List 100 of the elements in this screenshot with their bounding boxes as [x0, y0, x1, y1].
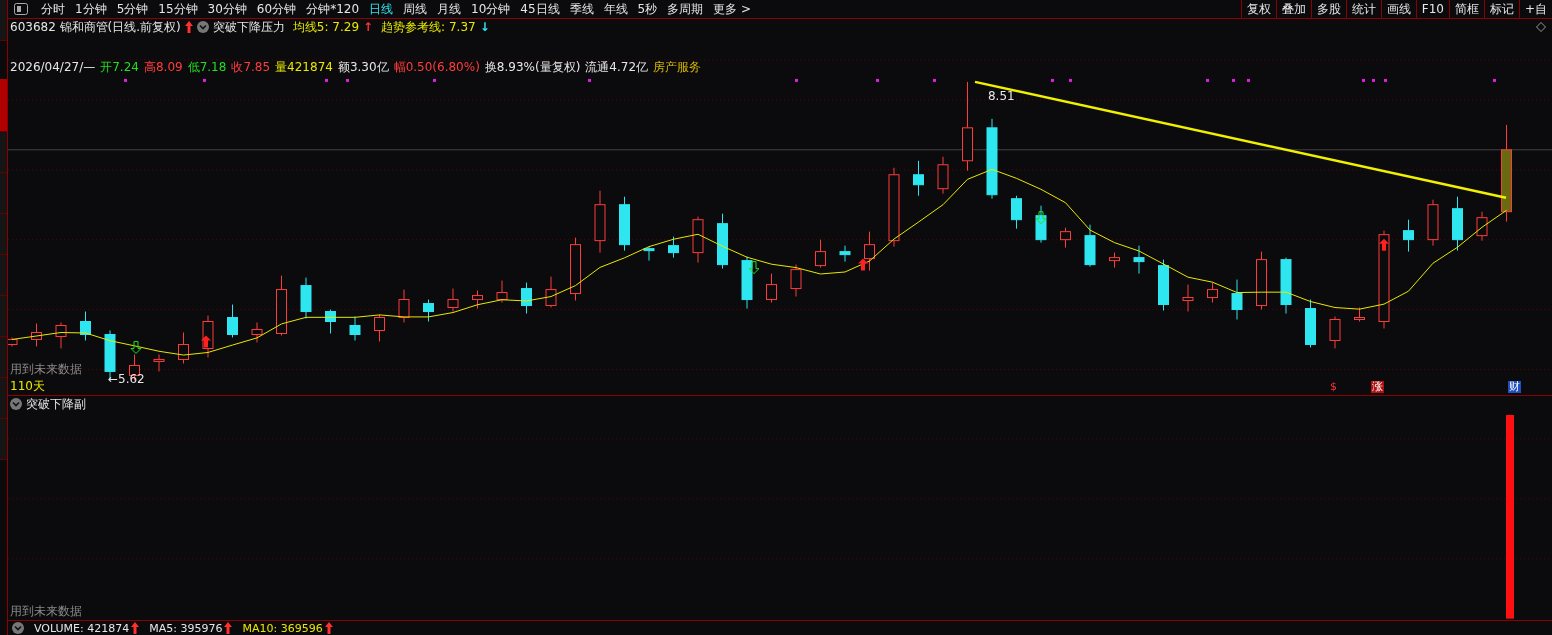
- volume-indicator: VOLUME: 421874: [34, 621, 130, 635]
- candlestick: [251, 322, 263, 343]
- candlestick: [937, 156, 949, 195]
- low-price-label: ←5.62: [108, 372, 145, 387]
- candlestick: [447, 288, 459, 313]
- period-tab[interactable]: 5分钟: [111, 0, 154, 18]
- toolbar-button[interactable]: F10: [1415, 0, 1449, 18]
- toolbar-button[interactable]: 统计: [1345, 0, 1381, 18]
- up-arrow-icon: [224, 622, 233, 634]
- candlestick: [521, 282, 532, 314]
- quote-field: 换8.93%(量复权): [484, 58, 581, 76]
- period-tab[interactable]: 多周期: [662, 0, 709, 18]
- candlestick: [668, 236, 679, 259]
- candlestick: [153, 353, 165, 372]
- candlestick: [815, 239, 826, 269]
- buy-arrow-icon: [858, 258, 868, 271]
- candlestick: [1060, 227, 1071, 249]
- toolbar-button[interactable]: 画线: [1380, 0, 1416, 18]
- candlestick: [1207, 282, 1218, 304]
- period-tab[interactable]: 15分钟: [153, 0, 203, 18]
- toolbar-button[interactable]: 多股: [1310, 0, 1346, 18]
- peak-price-label: 8.51: [988, 88, 1015, 103]
- candlestick: [1182, 284, 1194, 313]
- toolbar-button[interactable]: 简框: [1448, 0, 1484, 18]
- candlestick: [1158, 259, 1169, 312]
- candlestick: [178, 332, 189, 364]
- period-tab[interactable]: 分钟*120: [301, 0, 365, 18]
- candlestick: [1476, 211, 1488, 242]
- toolbar-button[interactable]: 标记: [1483, 0, 1519, 18]
- toolbar-button[interactable]: 复权: [1240, 0, 1276, 18]
- period-tab[interactable]: 10分钟: [466, 0, 516, 18]
- diamond-icon[interactable]: [1536, 22, 1546, 32]
- candlestick: [570, 237, 581, 302]
- sell-arrow-icon: [130, 341, 142, 354]
- up-arrow-icon: [131, 622, 140, 634]
- quote-field: 房产服务: [653, 58, 702, 76]
- candlestick: [349, 316, 361, 341]
- candlestick: [594, 190, 606, 254]
- candlestick: [1035, 205, 1047, 244]
- candlestick: [80, 311, 91, 341]
- event-marker[interactable]: 财: [1508, 381, 1521, 393]
- volume-indicator: MA10: 369596: [242, 621, 323, 635]
- event-marker[interactable]: 涨: [1371, 381, 1384, 393]
- period-tab[interactable]: 分时: [36, 0, 70, 18]
- candlestick: [55, 322, 67, 349]
- up-arrow-icon: [324, 622, 333, 634]
- quote-field: 额3.30亿: [337, 58, 389, 76]
- trend-arrow: ↑: [363, 20, 374, 34]
- candlestick: [913, 160, 924, 197]
- period-tab[interactable]: 5秒: [632, 0, 663, 18]
- chevron-circle-icon[interactable]: [196, 21, 209, 33]
- candlestick: [8, 337, 18, 347]
- candlestick: [1403, 219, 1414, 253]
- day-count: 110天: [9, 378, 45, 396]
- trend-arrow: ↓: [479, 20, 490, 34]
- candlestick: [1354, 307, 1365, 322]
- sell-arrow-icon: [748, 261, 760, 275]
- candlestick: [1280, 257, 1292, 314]
- period-tab[interactable]: 年线: [598, 0, 633, 18]
- period-tab[interactable]: 更多 >: [708, 0, 757, 18]
- candlestick: [31, 323, 42, 347]
- candlestick: [496, 280, 508, 304]
- candlestick: [692, 216, 704, 264]
- period-tab[interactable]: 45日线: [515, 0, 565, 18]
- candlestick: [276, 275, 287, 336]
- candlestick: [398, 289, 410, 323]
- period-tab[interactable]: 1分钟: [70, 0, 112, 18]
- candlestick: [1427, 199, 1439, 247]
- candlestick: [741, 256, 753, 310]
- period-tab[interactable]: 季线: [564, 0, 599, 18]
- toolbar-button[interactable]: 叠加: [1275, 0, 1311, 18]
- candlestick: [545, 276, 557, 309]
- up-arrow-icon: [184, 21, 193, 33]
- period-tab[interactable]: 周线: [398, 0, 433, 18]
- candlestick: [1256, 251, 1267, 311]
- event-marker[interactable]: $: [1329, 381, 1338, 393]
- candlestick: [1084, 224, 1096, 268]
- period-tab[interactable]: 月线: [432, 0, 467, 18]
- period-tab[interactable]: 60分钟: [251, 0, 302, 18]
- candlestick: [202, 315, 214, 358]
- chevron-circle-icon[interactable]: [10, 398, 22, 411]
- candlestick: [839, 245, 851, 263]
- chevron-circle-icon[interactable]: [12, 622, 24, 634]
- indicator-value: 趋势参考线: 7.37: [381, 18, 476, 36]
- toolbar-button[interactable]: +自: [1518, 0, 1552, 18]
- period-tab[interactable]: 日线: [364, 0, 399, 18]
- candlestick: [423, 299, 434, 322]
- candlestick: [1133, 245, 1145, 275]
- stock-title: 603682 锦和商管(日线.前复权): [10, 18, 181, 36]
- candlestick: [325, 309, 336, 334]
- candlestick: [1231, 279, 1243, 320]
- candlestick: [619, 196, 630, 252]
- buy-arrow-icon: [201, 335, 211, 348]
- indicator-value: 均线5: 7.29: [292, 18, 360, 36]
- volume-indicator: MA5: 395976: [149, 621, 223, 635]
- panel-toggle-icon[interactable]: [14, 3, 28, 15]
- candlestick: [227, 304, 238, 338]
- period-tab[interactable]: 30分钟: [202, 0, 252, 18]
- quote-field: 流通4.72亿: [585, 58, 649, 76]
- candlestick: [766, 273, 777, 304]
